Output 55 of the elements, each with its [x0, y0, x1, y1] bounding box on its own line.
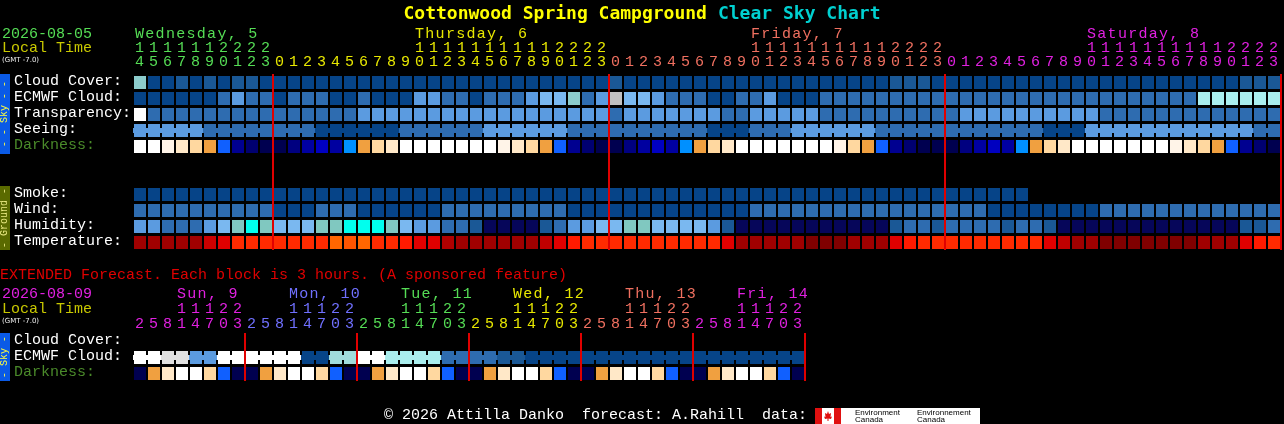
hour-tens: 1111112222 [134, 42, 275, 56]
day-label: Wednesday, 5 [135, 28, 259, 42]
forecast-credit: forecast: A.Rahill [582, 408, 744, 424]
hour-tens: 11122 [624, 302, 695, 317]
day-label: Thu, 13 [625, 287, 698, 302]
row-label: Transparency: [14, 106, 133, 122]
row-label: Wind: [14, 202, 60, 218]
local-time-label: Local Time [2, 302, 92, 317]
day-label: Friday, 7 [751, 28, 844, 42]
day-label: Sun, 9 [177, 287, 239, 302]
data-credit: data: [762, 408, 808, 424]
day-label: Fri, 14 [737, 287, 810, 302]
hour-tens: 11122 [176, 302, 247, 317]
copyright-text: © 2026 Attilla Danko [383, 408, 564, 424]
flag-icon [815, 408, 842, 424]
hour-tens: 11111111112222 [1087, 42, 1284, 56]
hour-units: 25814703 [694, 317, 807, 332]
hour-tens: 11111111112222 [751, 42, 948, 56]
day-label: Mon, 10 [289, 287, 362, 302]
row-label: Smoke: [14, 186, 69, 202]
hour-tens: 11122 [736, 302, 807, 317]
day-label: Wed, 12 [513, 287, 586, 302]
forecast-date: 2026-08-05 [2, 28, 92, 42]
hour-units: 4567890123 [134, 56, 275, 70]
row-label: ECMWF Cloud: [14, 90, 124, 106]
hour-units: 012345678901234567890123 [274, 56, 612, 70]
agency-name: Environnement Canada [917, 408, 972, 424]
row-label: Darkness: [14, 365, 96, 381]
row-label: Cloud Cover: [14, 74, 124, 90]
agency-name: Environment Canada [855, 408, 901, 424]
row-label: ECMWF Cloud: [14, 349, 124, 365]
chart-title: Clear Sky Chart [717, 1, 881, 23]
day-label: Tue, 11 [401, 287, 474, 302]
row-label: Seeing: [14, 122, 78, 138]
hour-tens: 11122 [400, 302, 471, 317]
local-time-label: Local Time [2, 42, 92, 56]
hour-tens: 11122 [288, 302, 359, 317]
day-label: Saturday, 8 [1087, 28, 1201, 42]
row-label: Cloud Cover: [14, 333, 124, 349]
hour-units: 25814703 [582, 317, 695, 332]
forecast-date: 2026-08-09 [2, 287, 92, 302]
row-label: Temperature: [14, 234, 124, 250]
hour-units: 012345678901234567890123 [946, 56, 1284, 70]
hour-units: 25814703 [358, 317, 471, 332]
day-label: Thursday, 6 [415, 28, 529, 42]
hour-tens: 11122 [512, 302, 583, 317]
hour-tens: 11111111112222 [415, 42, 612, 56]
hour-units: 25814703 [470, 317, 583, 332]
row-label: Humidity: [14, 218, 96, 234]
hour-units: 25814703 [134, 317, 247, 332]
site-title: Cottonwood Spring Campground [403, 1, 707, 23]
extended-forecast-heading: EXTENDED Forecast. Each block is 3 hours. (A sponsored feature) [0, 268, 568, 284]
hour-units: 25814703 [246, 317, 359, 332]
hour-units: 012345678901234567890123 [610, 56, 948, 70]
row-label: Darkness: [14, 138, 96, 154]
